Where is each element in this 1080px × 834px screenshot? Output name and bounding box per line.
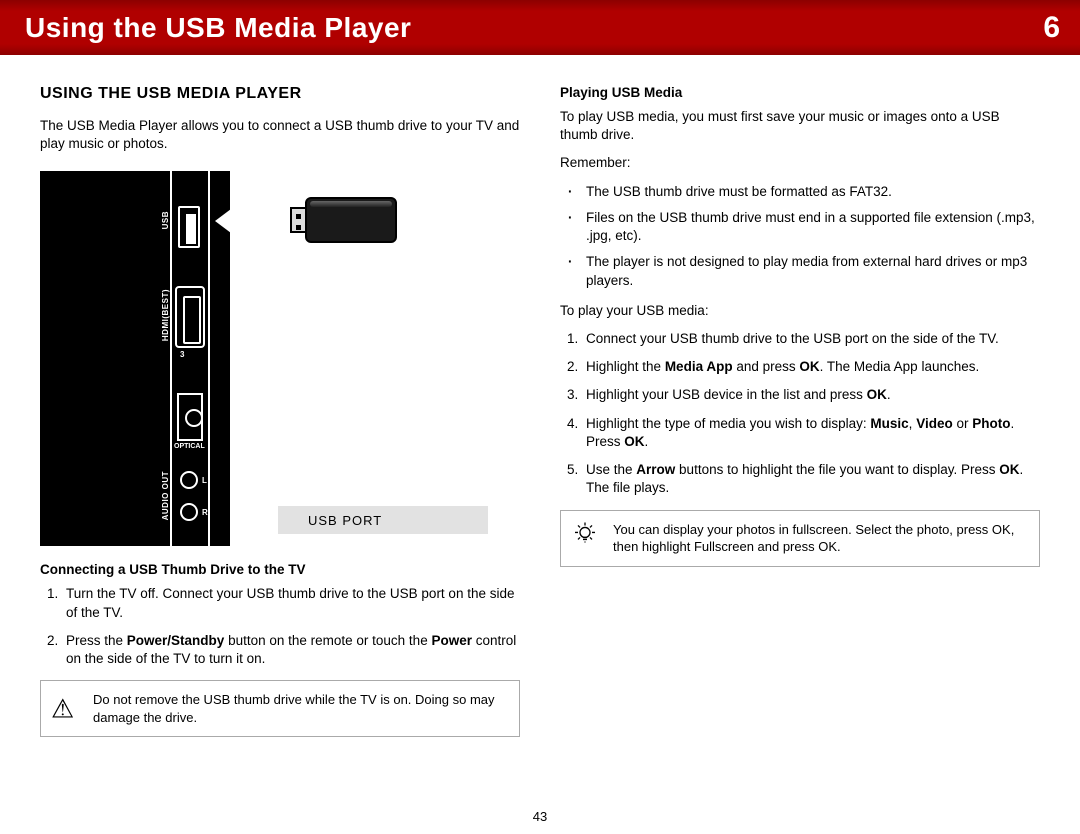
remember-item: The USB thumb drive must be formatted as…: [582, 183, 1040, 201]
right-column: Playing USB Media To play USB media, you…: [560, 85, 1040, 737]
hdmi-number: 3: [180, 350, 184, 359]
remember-item: Files on the USB thumb drive must end in…: [582, 209, 1040, 245]
playing-intro: To play USB media, you must first save y…: [560, 108, 1040, 144]
section-heading: USING THE USB MEDIA PLAYER: [40, 85, 520, 103]
play-steps: Connect your USB thumb drive to the USB …: [560, 330, 1040, 498]
connect-step-2: Press the Power/Standby button on the re…: [62, 632, 520, 668]
banner-chapter-number: 6: [1043, 11, 1060, 45]
play-step-1: Connect your USB thumb drive to the USB …: [582, 330, 1040, 348]
optical-port-icon: [177, 393, 203, 441]
remember-item: The player is not designed to play media…: [582, 253, 1040, 289]
remember-list: The USB thumb drive must be formatted as…: [560, 183, 1040, 290]
left-column: USING THE USB MEDIA PLAYER The USB Media…: [40, 85, 520, 737]
warning-text: Do not remove the USB thumb drive while …: [93, 692, 495, 725]
play-steps-label: To play your USB media:: [560, 302, 1040, 320]
remember-label: Remember:: [560, 154, 1040, 172]
audio-l-letter: L: [202, 476, 207, 485]
usb-port-label: USB: [161, 211, 170, 229]
diagram-caption: USB PORT: [278, 506, 488, 534]
playing-subheading: Playing USB Media: [560, 85, 1040, 100]
hdmi-port-icon: [175, 286, 205, 348]
hdmi-port-label: HDMI(BEST): [161, 289, 170, 341]
intro-paragraph: The USB Media Player allows you to conne…: [40, 117, 520, 153]
usb-thumb-drive-icon: [290, 193, 405, 248]
usb-port-icon: [178, 206, 200, 248]
play-step-2: Highlight the Media App and press OK. Th…: [582, 358, 1040, 376]
banner-title: Using the USB Media Player: [25, 12, 411, 44]
play-step-4: Highlight the type of media you wish to …: [582, 415, 1040, 451]
connecting-steps: Turn the TV off. Connect your USB thumb …: [40, 585, 520, 668]
warning-callout: ⚠ Do not remove the USB thumb drive whil…: [40, 680, 520, 737]
tv-port-diagram: USB HDMI(BEST) 3 OPTICAL AUDIO OUT L R U…: [40, 171, 500, 546]
warning-icon: ⚠: [51, 691, 74, 726]
optical-port-label: OPTICAL: [174, 443, 205, 450]
tip-text: You can display your photos in fullscree…: [613, 522, 1014, 555]
page-number: 43: [0, 809, 1080, 824]
connecting-subheading: Connecting a USB Thumb Drive to the TV: [40, 562, 520, 577]
insert-arrow-icon: [215, 201, 295, 241]
play-step-3: Highlight your USB device in the list an…: [582, 386, 1040, 404]
tip-callout: You can display your photos in fullscree…: [560, 510, 1040, 567]
connect-step-1: Turn the TV off. Connect your USB thumb …: [62, 585, 520, 621]
chapter-banner: Using the USB Media Player 6: [0, 0, 1080, 55]
audio-r-letter: R: [202, 508, 208, 517]
play-step-5: Use the Arrow buttons to highlight the f…: [582, 461, 1040, 497]
lightbulb-icon: [571, 520, 599, 557]
audio-out-label: AUDIO OUT: [161, 471, 170, 520]
